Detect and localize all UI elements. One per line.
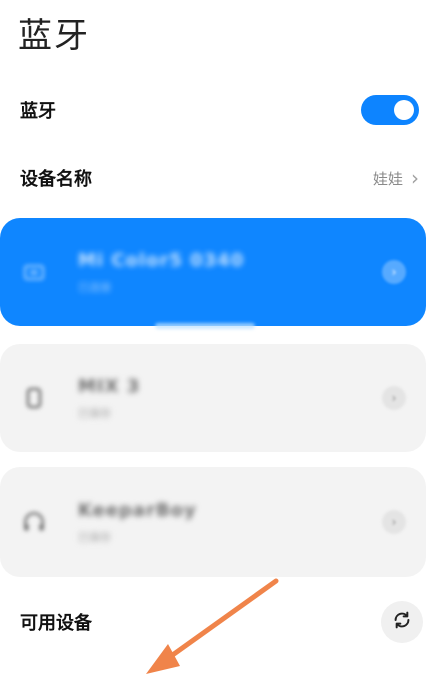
device-status: 已连接 bbox=[78, 280, 111, 294]
bluetooth-toggle[interactable] bbox=[361, 95, 419, 125]
available-devices-row: 可用设备 bbox=[0, 596, 439, 648]
laptop-icon bbox=[20, 258, 48, 286]
device-status: 已保存 bbox=[78, 406, 111, 420]
page-title: 蓝牙 bbox=[18, 16, 90, 56]
refresh-button[interactable] bbox=[381, 601, 423, 643]
device-card[interactable]: MIX 3 已保存 › bbox=[0, 344, 426, 452]
device-name-value: 娃娃 bbox=[372, 169, 403, 188]
device-name-row[interactable]: 设备名称 娃娃 › bbox=[0, 152, 439, 204]
device-name: KeeparBoy bbox=[78, 499, 197, 521]
device-status: 已保存 bbox=[78, 530, 111, 544]
chevron-right-icon[interactable]: › bbox=[382, 386, 406, 410]
device-info: Mi Color5 0340 已连接 bbox=[78, 250, 382, 295]
headphones-icon bbox=[20, 508, 48, 536]
device-name: Mi Color5 0340 bbox=[78, 249, 245, 271]
drag-handle bbox=[155, 323, 255, 329]
phone-icon bbox=[20, 384, 48, 412]
chevron-right-icon: › bbox=[411, 166, 419, 190]
device-name-label: 设备名称 bbox=[20, 169, 92, 190]
device-card-active[interactable]: Mi Color5 0340 已连接 › bbox=[0, 218, 426, 326]
toggle-knob bbox=[394, 100, 414, 120]
chevron-right-icon[interactable]: › bbox=[382, 510, 406, 534]
bluetooth-label: 蓝牙 bbox=[20, 101, 56, 122]
device-info: MIX 3 已保存 bbox=[78, 376, 382, 421]
device-name: MIX 3 bbox=[78, 375, 141, 397]
bluetooth-row: 蓝牙 bbox=[0, 84, 439, 136]
chevron-right-icon[interactable]: › bbox=[382, 260, 406, 284]
available-devices-label: 可用设备 bbox=[20, 613, 92, 634]
device-info: KeeparBoy 已保存 bbox=[78, 500, 382, 545]
refresh-icon bbox=[391, 609, 413, 635]
device-card[interactable]: KeeparBoy 已保存 › bbox=[0, 467, 426, 577]
device-name-value-wrap: 娃娃 › bbox=[373, 168, 419, 189]
